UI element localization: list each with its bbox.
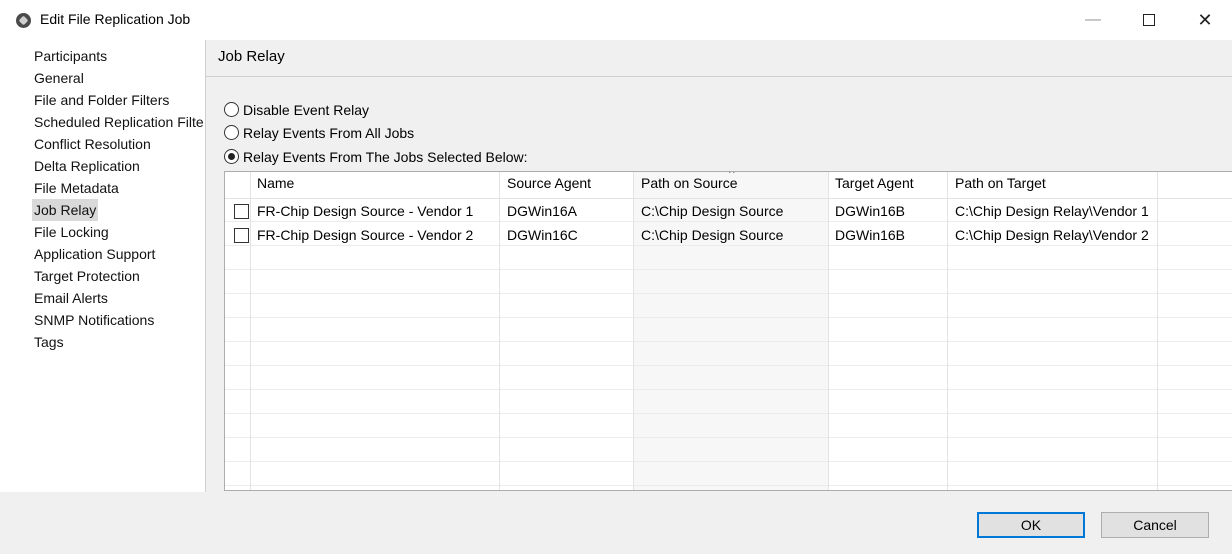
page-header: Job Relay bbox=[206, 40, 1232, 77]
minimize-button[interactable]: — bbox=[1070, 0, 1116, 40]
nav-item-general[interactable]: General bbox=[32, 67, 86, 89]
window-title: Edit File Replication Job bbox=[40, 11, 191, 27]
row-divider bbox=[225, 293, 1232, 294]
radio-disable-event-relay[interactable]: Disable Event Relay bbox=[224, 99, 369, 121]
row-checkbox[interactable] bbox=[234, 228, 249, 243]
column-header-target-agent[interactable]: Target Agent bbox=[835, 175, 914, 191]
cell-name: FR-Chip Design Source - Vendor 2 bbox=[257, 227, 474, 243]
content-panel: Job Relay Disable Event Relay Relay Even… bbox=[205, 40, 1232, 492]
cell-source-agent: DGWin16A bbox=[507, 203, 578, 219]
column-header-name[interactable]: Name bbox=[257, 175, 294, 191]
nav-item-scheduled-replication-filters[interactable]: Scheduled Replication Filte bbox=[32, 111, 206, 133]
column-divider[interactable] bbox=[1157, 172, 1158, 490]
column-header-path-on-source[interactable]: Path on Source bbox=[641, 175, 738, 191]
cell-target-agent: DGWin16B bbox=[835, 203, 906, 219]
row-divider bbox=[225, 317, 1232, 318]
column-divider[interactable] bbox=[947, 172, 948, 490]
page-title: Job Relay bbox=[218, 48, 285, 65]
dialog-footer: OK Cancel bbox=[0, 492, 1232, 554]
title-bar: Edit File Replication Job — ✕ bbox=[0, 0, 1232, 40]
cell-source-agent: DGWin16C bbox=[507, 227, 578, 243]
cell-path-on-source: C:\Chip Design Source bbox=[641, 203, 784, 219]
jobs-table: Name Source Agent Path on Source ^ Targe… bbox=[224, 171, 1232, 491]
nav-item-file-metadata[interactable]: File Metadata bbox=[32, 177, 121, 199]
nav-item-conflict-resolution[interactable]: Conflict Resolution bbox=[32, 133, 153, 155]
row-divider bbox=[225, 413, 1232, 414]
column-divider[interactable] bbox=[633, 172, 634, 490]
nav-item-application-support[interactable]: Application Support bbox=[32, 243, 157, 265]
cell-path-on-target: C:\Chip Design Relay\Vendor 1 bbox=[955, 203, 1149, 219]
row-divider bbox=[225, 365, 1232, 366]
radio-label: Disable Event Relay bbox=[243, 102, 370, 118]
radio-label: Relay Events From The Jobs Selected Belo… bbox=[243, 149, 528, 165]
cell-name: FR-Chip Design Source - Vendor 1 bbox=[257, 203, 474, 219]
cell-path-on-target: C:\Chip Design Relay\Vendor 2 bbox=[955, 227, 1149, 243]
nav-item-delta-replication[interactable]: Delta Replication bbox=[32, 155, 142, 177]
column-divider[interactable] bbox=[250, 172, 251, 490]
row-divider bbox=[225, 269, 1232, 270]
column-divider[interactable] bbox=[828, 172, 829, 490]
cell-path-on-source: C:\Chip Design Source bbox=[641, 227, 784, 243]
radio-button-checked[interactable] bbox=[224, 149, 239, 164]
row-divider bbox=[225, 461, 1232, 462]
row-divider bbox=[225, 341, 1232, 342]
cancel-button[interactable]: Cancel bbox=[1101, 512, 1209, 538]
cell-target-agent: DGWin16B bbox=[835, 227, 906, 243]
row-checkbox[interactable] bbox=[234, 204, 249, 219]
nav-item-email-alerts[interactable]: Email Alerts bbox=[32, 287, 110, 309]
radio-label: Relay Events From All Jobs bbox=[243, 125, 415, 141]
radio-relay-selected-jobs[interactable]: Relay Events From The Jobs Selected Belo… bbox=[224, 146, 528, 168]
nav-item-job-relay[interactable]: Job Relay bbox=[32, 199, 99, 221]
close-button[interactable]: ✕ bbox=[1182, 0, 1228, 40]
settings-nav: Participants General File and Folder Fil… bbox=[0, 40, 206, 530]
header-divider bbox=[225, 198, 1232, 199]
radio-relay-all-jobs[interactable]: Relay Events From All Jobs bbox=[224, 122, 414, 144]
row-divider bbox=[225, 221, 1232, 222]
nav-item-target-protection[interactable]: Target Protection bbox=[32, 265, 142, 287]
row-divider bbox=[225, 437, 1232, 438]
nav-item-file-folder-filters[interactable]: File and Folder Filters bbox=[32, 89, 171, 111]
sort-ascending-icon: ^ bbox=[729, 171, 735, 180]
nav-item-file-locking[interactable]: File Locking bbox=[32, 221, 111, 243]
radio-button[interactable] bbox=[224, 125, 239, 140]
maximize-button[interactable] bbox=[1126, 0, 1172, 40]
column-header-source-agent[interactable]: Source Agent bbox=[507, 175, 591, 191]
row-divider bbox=[225, 389, 1232, 390]
nav-item-participants[interactable]: Participants bbox=[32, 45, 109, 67]
sorted-column-highlight bbox=[634, 172, 829, 490]
radio-button[interactable] bbox=[224, 102, 239, 117]
app-logo-icon bbox=[16, 13, 31, 28]
column-divider[interactable] bbox=[499, 172, 500, 490]
ok-button[interactable]: OK bbox=[977, 512, 1085, 538]
row-divider bbox=[225, 245, 1232, 246]
maximize-icon bbox=[1143, 13, 1155, 26]
row-divider bbox=[225, 485, 1232, 486]
nav-item-snmp-notifications[interactable]: SNMP Notifications bbox=[32, 309, 156, 331]
column-header-path-on-target[interactable]: Path on Target bbox=[955, 175, 1046, 191]
nav-item-tags[interactable]: Tags bbox=[32, 331, 66, 353]
